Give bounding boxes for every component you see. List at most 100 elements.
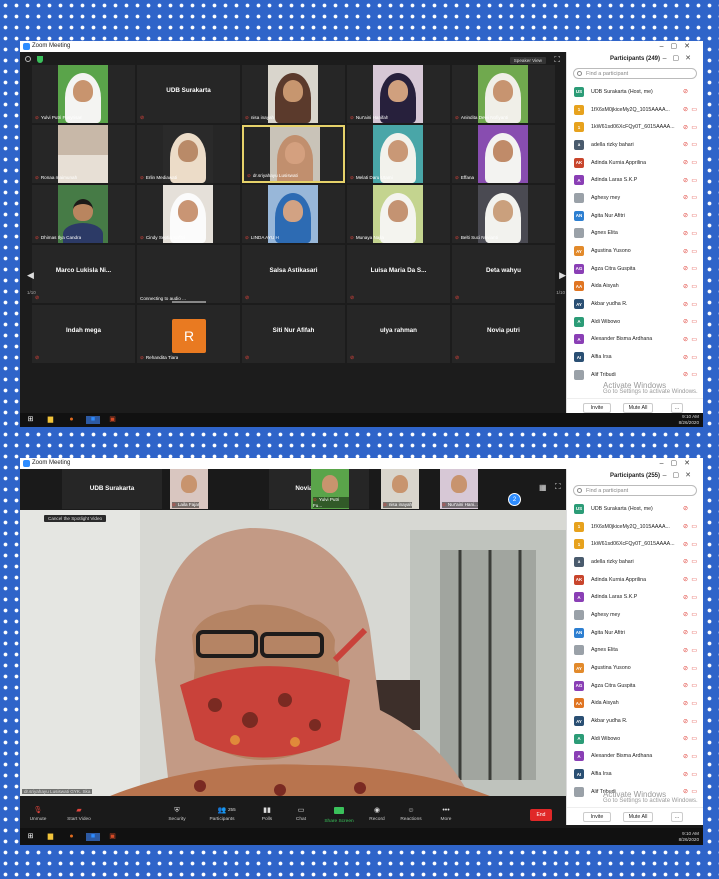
file-explorer-icon[interactable]: ▆ bbox=[46, 833, 55, 841]
participant-row[interactable]: A Alexander Bisma Ardhana ⊘ ▭ bbox=[567, 748, 703, 766]
video-off-icon[interactable]: ▭ bbox=[691, 629, 697, 636]
zoom-taskbar-icon[interactable]: ■ bbox=[86, 833, 100, 841]
next-page-arrow-icon[interactable]: ▶ bbox=[559, 270, 566, 281]
video-off-icon[interactable]: ▭ bbox=[691, 718, 697, 725]
participant-tile[interactable]: Luisa Maria Da S... ⊘ bbox=[347, 245, 450, 303]
fullscreen-icon[interactable]: ⛶ bbox=[555, 482, 561, 492]
video-off-icon[interactable]: ▭ bbox=[691, 371, 697, 378]
participant-row[interactable]: a adella rizky bahari ⊘ ▭ bbox=[567, 136, 703, 154]
participant-row[interactable]: AN Agita Nur Afitri ⊘ ▭ bbox=[567, 624, 703, 642]
participant-tile[interactable]: ⊘ Cindy Septia Safitri bbox=[137, 185, 240, 243]
video-off-icon[interactable]: ▭ bbox=[691, 301, 697, 308]
video-off-icon[interactable]: ▭ bbox=[691, 318, 697, 325]
more-options-button[interactable]: ... bbox=[671, 812, 683, 822]
powerpoint-icon[interactable]: ▣ bbox=[108, 416, 117, 424]
participant-row[interactable]: AK Adinda Kurnia Apprilina ⊘ ▭ bbox=[567, 154, 703, 172]
info-icon[interactable] bbox=[25, 56, 31, 62]
participant-tile[interactable]: ⊘ dr.sriyahayu Lusiswati bbox=[242, 125, 345, 183]
unmute-button[interactable]: 🎙 Unmute bbox=[21, 807, 55, 822]
participant-row[interactable]: a adella rizky bahari ⊘ ▭ bbox=[567, 553, 703, 571]
participant-row[interactable]: AN Agita Nur Afitri ⊘ ▭ bbox=[567, 207, 703, 225]
participant-tile[interactable]: Salsa Astikasari ⊘ bbox=[242, 245, 345, 303]
muted-mic-icon[interactable]: ⊘ bbox=[683, 576, 688, 583]
file-explorer-icon[interactable]: ▆ bbox=[46, 416, 55, 424]
powerpoint-icon[interactable]: ▣ bbox=[108, 833, 117, 841]
video-off-icon[interactable]: ▭ bbox=[691, 212, 697, 219]
muted-mic-icon[interactable]: ⊘ bbox=[683, 682, 688, 689]
more-options-button[interactable]: ... bbox=[671, 403, 683, 413]
participant-tile[interactable]: ⊘ Melati Daru Utami bbox=[347, 125, 450, 183]
participant-tile[interactable]: Connecting to audio ... bbox=[137, 245, 240, 303]
muted-mic-icon[interactable]: ⊘ bbox=[683, 371, 688, 378]
participant-search-input[interactable]: Find a participant bbox=[573, 68, 697, 79]
participant-tile[interactable]: Siti Nur Afifah ⊘ bbox=[242, 305, 345, 363]
video-off-icon[interactable]: ▭ bbox=[691, 647, 697, 654]
participant-row[interactable]: 1 1kW61sd06XcFQy0T_6015AAAA... ⊘ ▭ bbox=[567, 535, 703, 553]
participant-row[interactable]: AI Alfia Irsa ⊘ ▭ bbox=[567, 348, 703, 366]
mute-all-button[interactable]: Mute All bbox=[623, 403, 653, 413]
participant-row[interactable]: A Aldi Wibowo ⊘ ▭ bbox=[567, 313, 703, 331]
video-off-icon[interactable]: ▭ bbox=[691, 523, 697, 530]
thumbnail-tile[interactable]: ⊘ Laila Fajar bbox=[170, 469, 208, 509]
participant-tile[interactable]: Novia putri ⊘ bbox=[452, 305, 555, 363]
video-off-icon[interactable]: ▭ bbox=[691, 354, 697, 361]
participant-tile[interactable]: UDB Surakarta ⊘ bbox=[137, 65, 240, 123]
window-controls[interactable]: –▢✕ bbox=[660, 41, 697, 52]
fullscreen-icon[interactable]: ⛶ bbox=[554, 55, 560, 65]
video-off-icon[interactable]: ▭ bbox=[691, 611, 697, 618]
participant-row[interactable]: AA Aida Aisyah ⊘ ▭ bbox=[567, 695, 703, 713]
participant-row[interactable]: AY Akbar yudha R. ⊘ ▭ bbox=[567, 295, 703, 313]
participant-row[interactable]: AA Aida Aisyah ⊘ ▭ bbox=[567, 278, 703, 296]
muted-mic-icon[interactable]: ⊘ bbox=[683, 594, 688, 601]
gallery-grid-icon[interactable]: ▦ bbox=[539, 483, 547, 492]
participants-button[interactable]: 👥 255 Participants bbox=[205, 807, 239, 822]
thumbnail-tile[interactable]: UDB Surakarta bbox=[62, 469, 162, 509]
participant-row[interactable]: A Alexander Bisma Ardhana ⊘ ▭ bbox=[567, 331, 703, 349]
muted-mic-icon[interactable]: ⊘ bbox=[683, 248, 688, 255]
muted-mic-icon[interactable]: ⊘ bbox=[683, 88, 688, 95]
participant-row[interactable]: Agnes Elita ⊘ ▭ bbox=[567, 642, 703, 660]
participant-row[interactable]: AG Agza Citra Guspita ⊘ ▭ bbox=[567, 260, 703, 278]
muted-mic-icon[interactable]: ⊘ bbox=[683, 141, 688, 148]
firefox-icon[interactable]: ● bbox=[67, 416, 76, 424]
participant-row[interactable]: AY Akbar yudha R. ⊘ ▭ bbox=[567, 712, 703, 730]
muted-mic-icon[interactable]: ⊘ bbox=[683, 629, 688, 636]
muted-mic-icon[interactable]: ⊘ bbox=[683, 541, 688, 548]
muted-mic-icon[interactable]: ⊘ bbox=[683, 318, 688, 325]
start-video-button[interactable]: ▰ Start Video bbox=[62, 807, 96, 822]
video-off-icon[interactable]: ▭ bbox=[691, 230, 697, 237]
participant-tile[interactable]: ⊘ Munaya Najla bbox=[347, 185, 450, 243]
video-off-icon[interactable]: ▭ bbox=[691, 753, 697, 760]
participant-row[interactable]: Agnes Elita ⊘ ▭ bbox=[567, 225, 703, 243]
participant-row[interactable]: US UDB Surakarta (Host, me) ⊘ bbox=[567, 83, 703, 101]
participant-row[interactable]: 1 1fX6sM0jkiceMy2Q_1015AAAA... ⊘ ▭ bbox=[567, 101, 703, 119]
video-off-icon[interactable]: ▭ bbox=[691, 336, 697, 343]
participant-row[interactable]: A Adinda Laras S.K.P ⊘ ▭ bbox=[567, 588, 703, 606]
firefox-icon[interactable]: ● bbox=[67, 833, 76, 841]
invite-button[interactable]: Invite bbox=[583, 812, 611, 822]
muted-mic-icon[interactable]: ⊘ bbox=[683, 354, 688, 361]
video-off-icon[interactable]: ▭ bbox=[691, 558, 697, 565]
muted-mic-icon[interactable]: ⊘ bbox=[683, 718, 688, 725]
participant-tile[interactable]: ⊘ Anindita Dewi Nofiyanti bbox=[452, 65, 555, 123]
participant-tile[interactable]: ⊘ LINDA AYU H bbox=[242, 185, 345, 243]
video-off-icon[interactable]: ▭ bbox=[691, 665, 697, 672]
video-off-icon[interactable]: ▭ bbox=[691, 177, 697, 184]
record-button[interactable]: ◉ Record bbox=[360, 807, 394, 822]
muted-mic-icon[interactable]: ⊘ bbox=[683, 194, 688, 201]
window-controls[interactable]: –▢✕ bbox=[660, 458, 697, 469]
video-off-icon[interactable]: ▭ bbox=[691, 594, 697, 601]
participant-tile[interactable]: ⊘ Belti Suci Novianti bbox=[452, 185, 555, 243]
participant-row[interactable]: 1 1fX6sM0jkiceMy2Q_1015AAAA... ⊘ ▭ bbox=[567, 518, 703, 536]
muted-mic-icon[interactable]: ⊘ bbox=[683, 505, 688, 512]
video-off-icon[interactable]: ▭ bbox=[691, 541, 697, 548]
muted-mic-icon[interactable]: ⊘ bbox=[683, 124, 688, 131]
video-off-icon[interactable]: ▭ bbox=[691, 735, 697, 742]
video-off-icon[interactable]: ▭ bbox=[691, 682, 697, 689]
speaker-view-button[interactable]: Speaker View bbox=[509, 57, 546, 64]
participant-tile[interactable]: ⊘ Erlin Mediawati bbox=[137, 125, 240, 183]
participant-row[interactable]: A Aldi Wibowo ⊘ ▭ bbox=[567, 730, 703, 748]
video-off-icon[interactable]: ▭ bbox=[691, 159, 697, 166]
participant-row[interactable]: AI Alfia Irsa ⊘ ▭ bbox=[567, 765, 703, 783]
security-button[interactable]: ⛨ Security bbox=[160, 807, 194, 822]
